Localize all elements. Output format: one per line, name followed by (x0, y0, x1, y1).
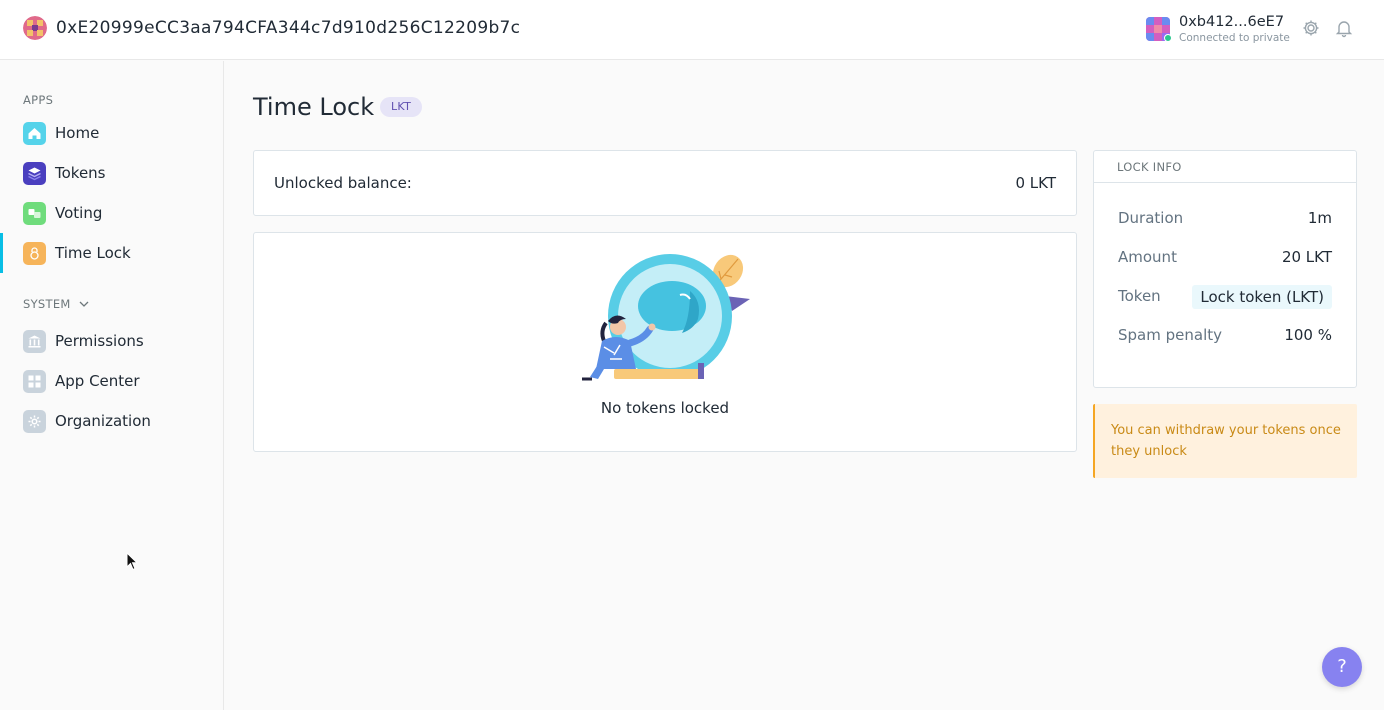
info-label: Spam penalty (1118, 326, 1222, 344)
mouse-cursor-icon (126, 551, 140, 572)
unlocked-balance-panel: Unlocked balance: 0 LKT (253, 150, 1077, 216)
sidebar-item-label: Voting (55, 204, 103, 222)
sidebar-item-label: Permissions (55, 332, 144, 350)
home-icon (23, 122, 46, 145)
sidebar: APPS Home Tokens Voting Time Lock SYSTEM (0, 61, 224, 710)
tokens-icon (23, 162, 46, 185)
empty-state-text: No tokens locked (600, 399, 730, 417)
sidebar-item-label: Tokens (55, 164, 106, 182)
permissions-icon (23, 330, 46, 353)
lock-info-row-spam-penalty: Spam penalty 100 % (1118, 324, 1332, 348)
sidebar-item-label: Organization (55, 412, 151, 430)
apps-heading: APPS (23, 93, 54, 107)
sidebar-item-time-lock[interactable]: Time Lock (0, 233, 223, 273)
unlocked-balance-label: Unlocked balance: (274, 174, 412, 192)
notification-bell-icon[interactable] (1334, 18, 1354, 38)
empty-state-illustration (580, 251, 752, 383)
lock-info-row-token: Token Lock token (LKT) (1118, 285, 1332, 309)
withdraw-info-message: You can withdraw your tokens once they u… (1093, 404, 1357, 478)
settings-gear-icon[interactable] (1301, 18, 1321, 38)
organization-icon (23, 410, 46, 433)
empty-state-panel: No tokens locked (253, 232, 1077, 452)
info-value: 20 LKT (1281, 248, 1332, 266)
info-value: 1m (1307, 209, 1332, 227)
system-heading-label: SYSTEM (23, 297, 71, 311)
sidebar-item-voting[interactable]: Voting (0, 193, 223, 233)
time-lock-icon (23, 242, 46, 265)
organization-address[interactable]: 0xE20999eCC3aa794CFA344c7d910d256C12209b… (56, 18, 520, 38)
sidebar-item-tokens[interactable]: Tokens (0, 153, 223, 193)
app-center-icon (23, 370, 46, 393)
page-title: Time Lock (253, 93, 375, 121)
lock-info-heading: LOCK INFO (1094, 151, 1356, 183)
info-label: Duration (1118, 209, 1184, 227)
chevron-down-icon (79, 297, 89, 311)
unlocked-balance-value: 0 LKT (1015, 174, 1056, 192)
sidebar-item-label: App Center (55, 372, 140, 390)
top-bar: 0xE20999eCC3aa794CFA344c7d910d256C12209b… (0, 0, 1384, 60)
sidebar-item-home[interactable]: Home (0, 113, 223, 153)
info-value: 100 % (1284, 326, 1332, 344)
info-label: Amount (1118, 248, 1177, 266)
lock-info-panel: LOCK INFO Duration 1m Amount 20 LKT Toke… (1093, 150, 1357, 388)
network-status: Connected to private (1179, 32, 1290, 44)
account-badge[interactable]: 0xb412...6eE7 Connected to private (1146, 14, 1296, 46)
account-address: 0xb412...6eE7 (1179, 14, 1285, 30)
sidebar-item-organization[interactable]: Organization (0, 401, 223, 441)
lock-info-row-duration: Duration 1m (1118, 207, 1332, 231)
lock-info-row-amount: Amount 20 LKT (1118, 246, 1332, 270)
help-button[interactable]: ? (1322, 647, 1362, 687)
info-label: Token (1118, 287, 1161, 305)
sidebar-item-label: Home (55, 124, 100, 142)
sidebar-item-app-center[interactable]: App Center (0, 361, 223, 401)
token-symbol-badge: LKT (380, 97, 423, 117)
system-heading[interactable]: SYSTEM (23, 297, 89, 311)
sidebar-item-label: Time Lock (55, 244, 131, 262)
token-chip[interactable]: Lock token (LKT) (1192, 285, 1332, 309)
sidebar-item-permissions[interactable]: Permissions (0, 321, 223, 361)
voting-icon (23, 202, 46, 225)
connected-status-dot (1164, 34, 1172, 42)
organization-logo-icon[interactable] (23, 16, 47, 40)
